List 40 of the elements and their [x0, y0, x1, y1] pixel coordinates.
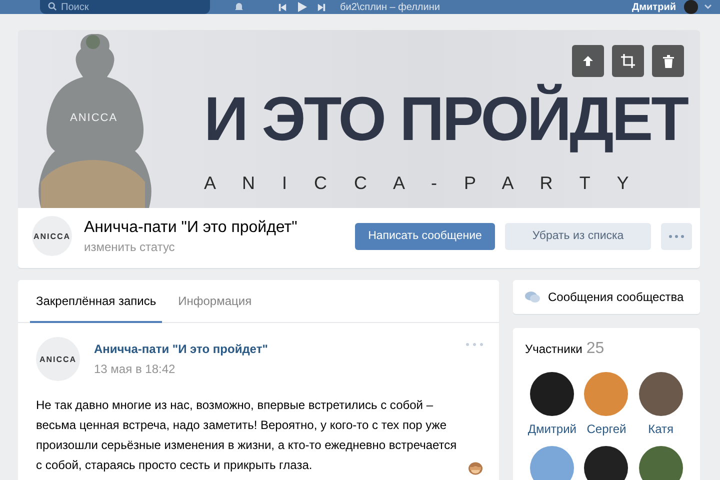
- chat-bubbles-icon: [525, 291, 540, 303]
- next-icon[interactable]: [317, 2, 326, 12]
- trash-icon: [662, 54, 674, 68]
- post-author[interactable]: Аничча-пати "И это пройдет": [94, 342, 268, 356]
- post-author-avatar[interactable]: ANICCA: [36, 337, 80, 381]
- member-avatar[interactable]: [638, 446, 683, 480]
- members-title[interactable]: Участники: [525, 342, 582, 356]
- send-message-button[interactable]: Написать сообщение: [355, 222, 495, 250]
- previous-icon[interactable]: [278, 2, 287, 12]
- group-name: Аничча-пати "И это пройдет": [84, 218, 298, 236]
- more-button[interactable]: [661, 222, 692, 250]
- cover-subtitle: A N I C C A - P A R T Y: [204, 173, 640, 194]
- caret-icon[interactable]: [704, 4, 712, 10]
- upload-button[interactable]: [572, 45, 604, 77]
- tab[interactable]: Информация: [172, 280, 258, 323]
- search-icon: [48, 2, 57, 11]
- cover-title: И ЭТО ПРОЙДЕТ: [204, 82, 687, 156]
- member-name[interactable]: Дмитрий: [528, 422, 576, 436]
- member-name[interactable]: Сергей: [586, 422, 626, 436]
- group-avatar[interactable]: ANICCA: [32, 216, 72, 256]
- delete-button[interactable]: [652, 45, 684, 77]
- member-name[interactable]: Катя: [648, 422, 674, 436]
- play-icon[interactable]: [297, 2, 307, 12]
- crop-button[interactable]: [612, 45, 644, 77]
- members-count: 25: [586, 340, 604, 357]
- member-avatar[interactable]: [638, 372, 683, 416]
- tab[interactable]: Закреплённая запись: [30, 280, 162, 323]
- more-icon: [669, 234, 684, 238]
- arrow-up-icon: [582, 55, 594, 67]
- track-title[interactable]: би2\сплин – феллини: [340, 2, 440, 12]
- bell-icon[interactable]: [234, 2, 244, 12]
- post-text: Не так давно многие из нас, возможно, впервые встретились с собой – весьма ценная встреча, надо заметить! Вероятно, у кого-то с тех пор уже произошли серьёзные изменения в жизни, а кто-то ежедневно встречается с собой, стараясь просто сесть и прикрыть глаза.: [36, 397, 458, 474]
- crop-icon: [621, 54, 635, 68]
- member-avatar[interactable]: [530, 372, 574, 416]
- remove-from-list-button[interactable]: Убрать из списка: [505, 222, 651, 250]
- member-avatar[interactable]: [584, 446, 628, 480]
- figure-label: ANICCA: [70, 112, 118, 124]
- user-avatar[interactable]: [684, 0, 698, 14]
- search-field[interactable]: Поиск: [40, 0, 210, 14]
- user-name[interactable]: Дмитрий: [632, 2, 676, 12]
